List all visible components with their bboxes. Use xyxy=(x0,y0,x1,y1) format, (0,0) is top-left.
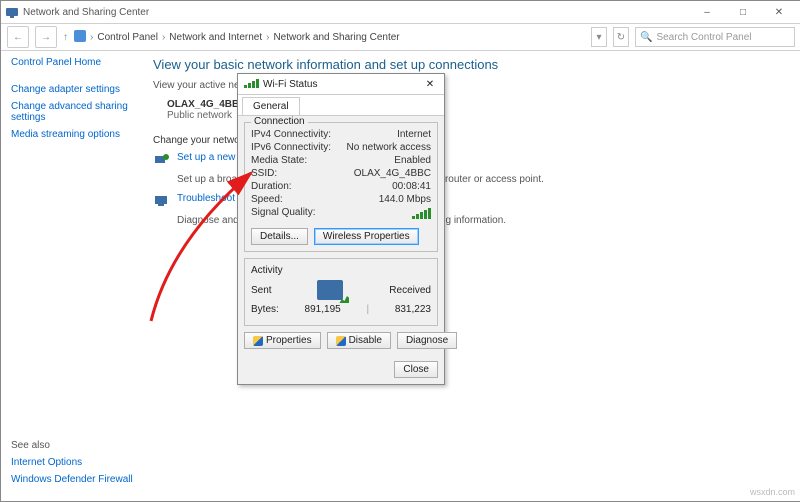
up-button[interactable]: ↑ xyxy=(63,32,68,43)
see-also-title: See also xyxy=(11,440,133,451)
disable-button[interactable]: Disable xyxy=(327,332,391,349)
titlebar: Network and Sharing Center – □ ✕ xyxy=(1,1,800,24)
network-center-icon xyxy=(5,5,19,19)
sidebar-link-media[interactable]: Media streaming options xyxy=(11,129,133,140)
dialog-title: Wi-Fi Status xyxy=(263,79,422,90)
ipv6-value: No network access xyxy=(347,142,431,153)
refresh-button[interactable]: ↻ xyxy=(613,27,629,47)
maximize-button[interactable]: □ xyxy=(725,2,761,22)
speed-value: 144.0 Mbps xyxy=(379,194,431,205)
page-title: View your basic network information and … xyxy=(153,57,791,72)
activity-group: Activity Sent Received Bytes: 891,195 | … xyxy=(244,258,438,326)
see-also-internet-options[interactable]: Internet Options xyxy=(11,457,133,468)
troubleshoot-icon xyxy=(153,193,171,212)
search-icon: 🔍 xyxy=(640,32,652,43)
media-state-label: Media State: xyxy=(251,155,394,166)
activity-icon xyxy=(317,280,343,300)
toolbar: ← → ↑ › Control Panel › Network and Inte… xyxy=(1,24,800,51)
shield-icon xyxy=(336,336,346,346)
control-panel-icon xyxy=(74,30,86,45)
shield-icon xyxy=(253,336,263,346)
properties-button[interactable]: Properties xyxy=(244,332,321,349)
wifi-status-dialog: Wi-Fi Status ✕ General Connection IPv4 C… xyxy=(237,73,445,385)
see-also-firewall[interactable]: Windows Defender Firewall xyxy=(11,474,133,485)
chevron-right-icon: › xyxy=(90,32,93,43)
dialog-titlebar: Wi-Fi Status ✕ xyxy=(238,74,444,95)
control-panel-window: Network and Sharing Center – □ ✕ ← → ↑ ›… xyxy=(0,0,800,502)
received-bytes-value: 831,223 xyxy=(395,304,431,315)
received-label: Received xyxy=(389,285,431,296)
breadcrumb-dropdown[interactable]: ▾ xyxy=(591,27,607,47)
minimize-button[interactable]: – xyxy=(689,2,725,22)
speed-label: Speed: xyxy=(251,194,379,205)
chevron-right-icon: › xyxy=(266,32,269,43)
crumb-control-panel[interactable]: Control Panel xyxy=(97,32,158,43)
connection-group-title: Connection xyxy=(251,116,308,127)
chevron-right-icon: › xyxy=(162,32,165,43)
sidebar: Control Panel Home Change adapter settin… xyxy=(1,51,143,501)
sent-bytes-value: 891,195 xyxy=(305,304,341,315)
signal-label: Signal Quality: xyxy=(251,207,412,222)
duration-label: Duration: xyxy=(251,181,392,192)
dialog-close-button[interactable]: ✕ xyxy=(422,79,438,90)
close-window-button[interactable]: ✕ xyxy=(761,2,797,22)
sidebar-link-adapter[interactable]: Change adapter settings xyxy=(11,84,133,95)
activity-group-title: Activity xyxy=(251,265,283,276)
media-state-value: Enabled xyxy=(394,155,431,166)
search-input[interactable]: 🔍 Search Control Panel xyxy=(635,27,795,47)
duration-value: 00:08:41 xyxy=(392,181,431,192)
bytes-label: Bytes: xyxy=(251,304,279,315)
ipv6-label: IPv6 Connectivity: xyxy=(251,142,347,153)
connection-group: Connection IPv4 Connectivity:Internet IP… xyxy=(244,122,438,252)
tab-general[interactable]: General xyxy=(242,97,300,115)
forward-button[interactable]: → xyxy=(35,26,57,48)
diagnose-button[interactable]: Diagnose xyxy=(397,332,457,349)
ssid-label: SSID: xyxy=(251,168,354,179)
breadcrumb[interactable]: › Control Panel › Network and Internet ›… xyxy=(74,30,400,45)
wireless-properties-button[interactable]: Wireless Properties xyxy=(314,228,419,245)
details-button[interactable]: Details... xyxy=(251,228,308,245)
see-also-section: See also Internet Options Windows Defend… xyxy=(11,440,133,491)
wifi-icon xyxy=(244,78,259,91)
crumb-network-internet[interactable]: Network and Internet xyxy=(169,32,262,43)
signal-bars-icon xyxy=(412,207,431,222)
watermark: wsxdn.com xyxy=(750,487,795,497)
back-button[interactable]: ← xyxy=(7,26,29,48)
dialog-footer: Close xyxy=(238,355,444,384)
search-placeholder: Search Control Panel xyxy=(656,32,751,43)
close-button[interactable]: Close xyxy=(394,361,438,378)
sidebar-link-sharing[interactable]: Change advanced sharing settings xyxy=(11,101,133,123)
control-panel-home-link[interactable]: Control Panel Home xyxy=(11,57,133,68)
dialog-tabs: General xyxy=(238,95,444,116)
ssid-value: OLAX_4G_4BBC xyxy=(354,168,431,179)
ipv4-label: IPv4 Connectivity: xyxy=(251,129,397,140)
ipv4-value: Internet xyxy=(397,129,431,140)
sent-label: Sent xyxy=(251,285,272,296)
window-title: Network and Sharing Center xyxy=(23,7,689,18)
setup-connection-icon xyxy=(153,152,171,171)
crumb-network-sharing[interactable]: Network and Sharing Center xyxy=(273,32,399,43)
